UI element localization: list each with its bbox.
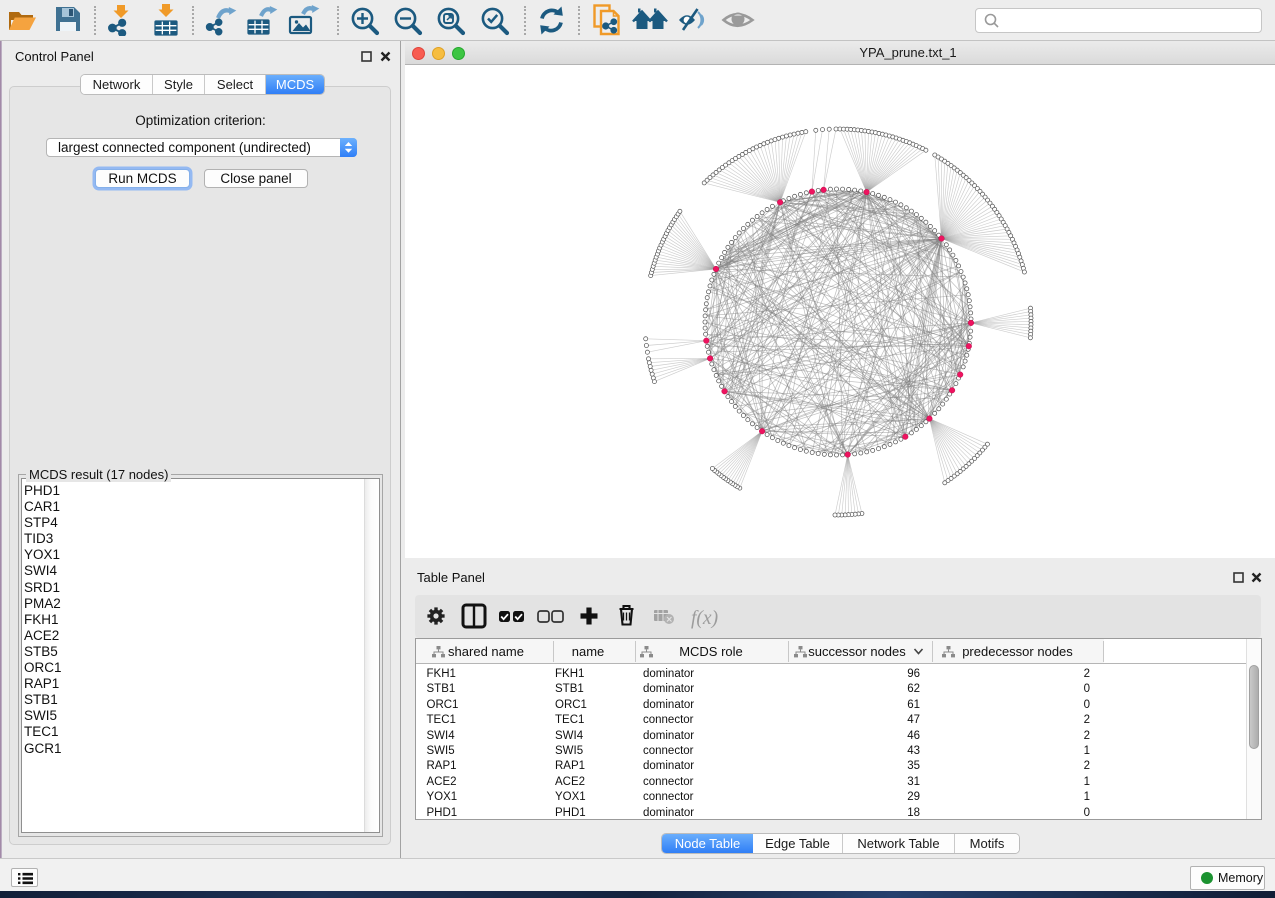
svg-text:f(x): f(x) [691,608,718,629]
